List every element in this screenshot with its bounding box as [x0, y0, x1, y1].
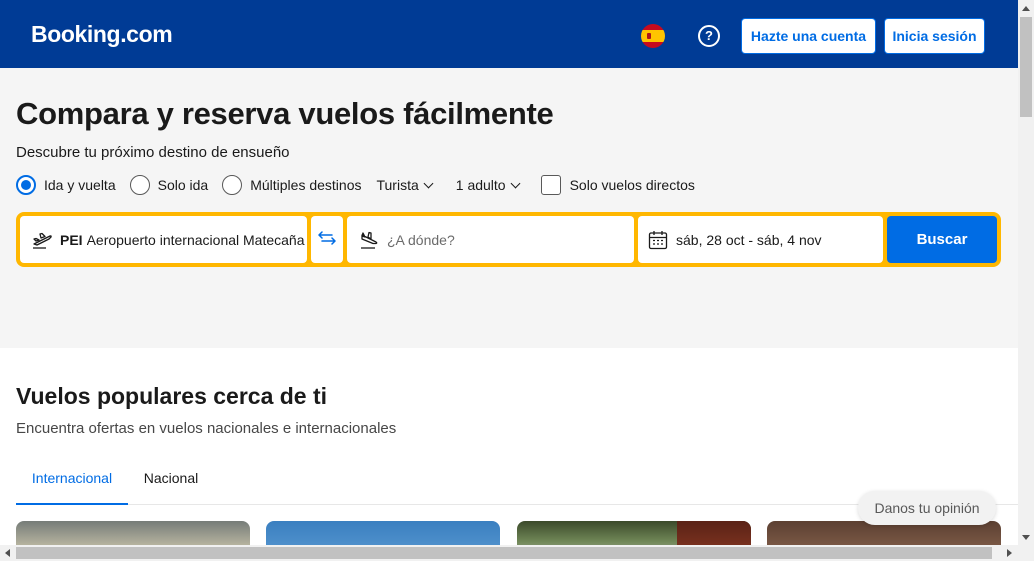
login-button[interactable]: Inicia sesión — [884, 18, 985, 54]
page-subtitle: Descubre tu próximo destino de ensueño — [16, 144, 290, 161]
booking-logo[interactable]: Booking.com — [31, 21, 173, 48]
page-title: Compara y reserva vuelos fácilmente — [16, 96, 554, 131]
radio-selected-icon[interactable] — [16, 175, 36, 195]
trip-type-label: Solo ida — [157, 177, 209, 193]
register-button[interactable]: Hazte una cuenta — [741, 18, 876, 54]
horizontal-scrollbar[interactable] — [0, 545, 1018, 561]
cabin-class-dropdown[interactable]: Turista — [376, 177, 434, 193]
origin-field[interactable]: PEI Aeropuerto internacional Matecaña — [20, 216, 307, 263]
section-subtitle: Encuentra ofertas en vuelos nacionales e… — [16, 420, 397, 437]
spain-flag-icon[interactable] — [641, 24, 665, 48]
radio-icon[interactable] — [129, 175, 150, 195]
scroll-left-arrow-icon[interactable] — [5, 549, 10, 557]
trip-type-label: Múltiples destinos — [250, 177, 362, 193]
passengers-dropdown[interactable]: 1 adulto — [455, 177, 521, 193]
date-field[interactable]: sáb, 28 oct - sáb, 4 nov — [638, 216, 883, 263]
section-title: Vuelos populares cerca de ti — [16, 383, 328, 409]
flight-search-hero: Compara y reserva vuelos fácilmente Desc… — [0, 68, 1018, 348]
tab-national[interactable]: Nacional — [128, 459, 214, 505]
direct-flights-label: Solo vuelos directos — [569, 177, 695, 193]
trip-type-label: Ida y vuelta — [44, 177, 116, 193]
plane-landing-icon — [359, 231, 379, 249]
passengers-value: 1 adulto — [455, 177, 506, 193]
scroll-down-arrow-icon[interactable] — [1022, 535, 1030, 540]
origin-name: Aeropuerto internacional Matecaña — [86, 231, 305, 248]
site-header: Booking.com ? Hazte una cuenta Inicia se… — [0, 0, 1018, 68]
radio-icon[interactable] — [222, 175, 243, 195]
plane-takeoff-icon — [32, 231, 52, 249]
chevron-down-icon — [423, 178, 434, 188]
checkbox-icon[interactable] — [540, 175, 561, 195]
calendar-icon — [648, 230, 668, 250]
scrollbar-thumb[interactable] — [16, 547, 992, 559]
search-button[interactable]: Buscar — [887, 216, 997, 263]
direct-flights-checkbox[interactable]: Solo vuelos directos — [540, 175, 695, 195]
trip-options: Ida y vuelta Solo ida Múltiples destinos… — [16, 174, 695, 196]
date-range: sáb, 28 oct - sáb, 4 nov — [676, 231, 822, 248]
destination-field[interactable]: ¿A dónde? — [347, 216, 634, 263]
feedback-button[interactable]: Danos tu opinión — [858, 491, 996, 525]
cabin-class-value: Turista — [376, 177, 419, 193]
tab-international[interactable]: Internacional — [16, 459, 128, 505]
origin-code: PEI — [60, 231, 83, 248]
swap-button[interactable] — [311, 216, 343, 263]
trip-type-round-trip[interactable]: Ida y vuelta — [16, 175, 116, 195]
scroll-up-arrow-icon[interactable] — [1022, 6, 1030, 11]
search-bar: PEI Aeropuerto internacional Matecaña ¿A… — [16, 212, 1001, 267]
trip-type-multi-city[interactable]: Múltiples destinos — [222, 175, 361, 195]
swap-arrows-icon — [317, 231, 337, 248]
chevron-down-icon — [510, 178, 521, 188]
help-icon[interactable]: ? — [698, 25, 720, 47]
destination-placeholder: ¿A dónde? — [387, 231, 455, 248]
scroll-right-arrow-icon[interactable] — [1007, 549, 1012, 557]
vertical-scrollbar[interactable] — [1018, 0, 1034, 561]
trip-type-one-way[interactable]: Solo ida — [129, 175, 209, 195]
scrollbar-thumb[interactable] — [1020, 17, 1032, 117]
